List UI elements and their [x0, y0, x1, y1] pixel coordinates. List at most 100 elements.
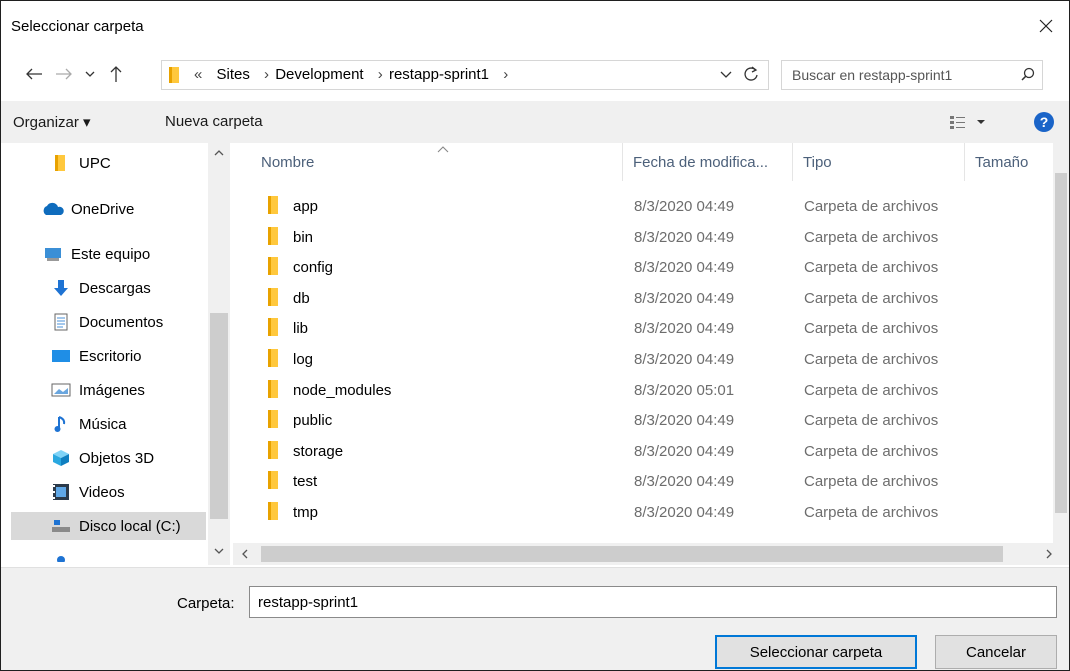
file-type: Carpeta de archivos: [804, 289, 939, 307]
organize-button[interactable]: Organizar ▾: [13, 113, 91, 131]
new-folder-button[interactable]: Nueva carpeta: [165, 113, 263, 130]
sidebar-item-label: Este equipo: [71, 245, 151, 263]
scroll-left-icon[interactable]: [241, 549, 249, 559]
sidebar-item-escritorio[interactable]: Escritorio: [49, 342, 231, 370]
address-bar[interactable]: « Sites › Development › restapp-sprint1 …: [161, 60, 769, 90]
back-button[interactable]: [21, 61, 47, 87]
sidebar-item-descargas[interactable]: Descargas: [49, 274, 231, 302]
folder-icon: [268, 226, 278, 245]
file-date: 8/3/2020 04:49: [634, 259, 735, 277]
file-date: 8/3/2020 04:49: [634, 289, 735, 307]
view-options-button[interactable]: [949, 114, 989, 134]
file-row[interactable]: app 8/3/2020 04:49 Carpeta de archivos: [253, 191, 1043, 221]
file-type: Carpeta de archivos: [804, 381, 939, 399]
file-list: Nombre Fecha de modifica... Tipo Tamaño …: [233, 143, 1053, 543]
sidebar-scroll-thumb[interactable]: [210, 313, 228, 519]
file-name: log: [293, 351, 314, 368]
folder-icon: [169, 67, 179, 83]
file-row[interactable]: log 8/3/2020 04:49 Carpeta de archivos: [253, 344, 1043, 374]
sidebar-item-label: Documentos: [79, 313, 164, 331]
refresh-icon[interactable]: [742, 65, 760, 83]
breadcrumb-development[interactable]: Development: [275, 66, 363, 83]
sidebar-item-videos[interactable]: Videos: [49, 478, 231, 506]
sidebar-item-musica[interactable]: Música: [49, 410, 231, 438]
title-bar: Seleccionar carpeta: [1, 1, 1069, 51]
sidebar-item-este-equipo[interactable]: Este equipo: [41, 240, 231, 268]
file-list-scrollbar[interactable]: [1053, 143, 1069, 543]
file-row[interactable]: test 8/3/2020 04:49 Carpeta de archivos: [253, 466, 1043, 496]
file-type: Carpeta de archivos: [804, 473, 939, 491]
file-date: 8/3/2020 04:49: [634, 504, 735, 521]
scroll-right-icon[interactable]: [1045, 549, 1053, 559]
column-header-label: Fecha de modifica...: [633, 153, 769, 171]
window-title: Seleccionar carpeta: [11, 18, 144, 35]
sidebar-item-upc[interactable]: UPC: [49, 149, 231, 177]
cloud-icon: [41, 200, 65, 218]
horizontal-scroll-thumb[interactable]: [261, 546, 1003, 562]
horizontal-scrollbar[interactable]: [233, 543, 1069, 565]
image-icon: [49, 381, 73, 399]
sidebar-item-label: OneDrive: [71, 200, 135, 218]
column-header-type[interactable]: Tipo: [793, 143, 965, 181]
file-type: Carpeta de archivos: [804, 228, 939, 246]
search-input[interactable]: Buscar en restapp-sprint1: [792, 67, 952, 83]
sidebar-item-label: Escritorio: [79, 347, 142, 365]
file-type: Carpeta de archivos: [804, 412, 939, 430]
close-button[interactable]: [1029, 9, 1063, 43]
breadcrumb-sites[interactable]: Sites: [217, 66, 250, 83]
search-box[interactable]: Buscar en restapp-sprint1: [781, 60, 1043, 90]
folder-name-input[interactable]: [249, 586, 1057, 618]
file-row[interactable]: public 8/3/2020 04:49 Carpeta de archivos: [253, 405, 1043, 435]
address-dropdown-icon[interactable]: [719, 67, 733, 81]
file-list-scroll-thumb[interactable]: [1055, 173, 1067, 513]
breadcrumb-chevron-icon[interactable]: ›: [264, 66, 269, 83]
file-date: 8/3/2020 04:49: [634, 412, 735, 430]
column-header-size[interactable]: Tamaño: [965, 143, 1053, 181]
forward-button[interactable]: [51, 61, 77, 87]
breadcrumb-overflow[interactable]: «: [194, 66, 202, 83]
file-date: 8/3/2020 04:49: [634, 198, 735, 215]
breadcrumb-chevron-icon[interactable]: ›: [503, 66, 508, 83]
file-row[interactable]: node_modules 8/3/2020 05:01 Carpeta de arc…: [253, 375, 1043, 405]
network-icon: [49, 547, 73, 565]
folder-icon: [268, 379, 278, 398]
breadcrumb-chevron-icon[interactable]: ›: [378, 66, 383, 83]
sidebar-item-imagenes[interactable]: Imágenes: [49, 376, 231, 404]
scroll-up-icon[interactable]: [214, 149, 224, 157]
sidebar-item-label: Objetos 3D: [79, 449, 155, 467]
column-header-date[interactable]: Fecha de modifica...: [623, 143, 793, 181]
folder-icon: [268, 440, 278, 459]
sidebar-scrollbar[interactable]: [208, 143, 230, 565]
search-icon: [1021, 67, 1035, 81]
file-type: Carpeta de archivos: [804, 198, 939, 215]
sidebar-item-label: Imágenes: [79, 381, 145, 399]
file-row[interactable]: config 8/3/2020 04:49 Carpeta de archivos: [253, 252, 1043, 282]
file-row[interactable]: storage 8/3/2020 04:49 Carpeta de archivos: [253, 436, 1043, 466]
file-row[interactable]: lib 8/3/2020 04:49 Carpeta de archivos: [253, 313, 1043, 343]
file-row[interactable]: db 8/3/2020 04:49 Carpeta de archivos: [253, 283, 1043, 313]
file-row[interactable]: bin 8/3/2020 04:49 Carpeta de archivos: [253, 222, 1043, 252]
arrow-up-icon: [110, 66, 122, 82]
folder-icon: [268, 287, 278, 306]
help-icon[interactable]: ?: [1034, 112, 1054, 132]
file-type: Carpeta de archivos: [804, 504, 939, 521]
select-folder-button[interactable]: Seleccionar carpeta: [715, 635, 917, 669]
recent-locations-button[interactable]: [77, 61, 103, 87]
sidebar-item-disco-local[interactable]: Disco local (C:): [11, 512, 206, 540]
file-type: Carpeta de archivos: [804, 320, 939, 338]
computer-icon: [41, 245, 65, 263]
folder-icon: [268, 318, 278, 337]
document-icon: [49, 313, 73, 331]
file-row[interactable]: tmp 8/3/2020 04:49 Carpeta de archivos: [253, 497, 1043, 527]
sidebar-item-documentos[interactable]: Documentos: [49, 308, 231, 336]
sidebar-item-network[interactable]: [49, 547, 231, 565]
sidebar-item-onedrive[interactable]: OneDrive: [41, 195, 231, 223]
sidebar-item-objetos-3d[interactable]: Objetos 3D: [49, 444, 231, 472]
folder-picker-dialog: Seleccionar carpeta « Sites › Developmen…: [0, 0, 1070, 671]
cancel-button[interactable]: Cancelar: [935, 635, 1057, 669]
file-type: Carpeta de archivos: [804, 442, 939, 460]
chevron-down-icon: [85, 71, 95, 77]
up-button[interactable]: [103, 61, 129, 87]
scroll-down-icon[interactable]: [214, 547, 224, 555]
breadcrumb-restapp-sprint1[interactable]: restapp-sprint1: [389, 66, 489, 83]
